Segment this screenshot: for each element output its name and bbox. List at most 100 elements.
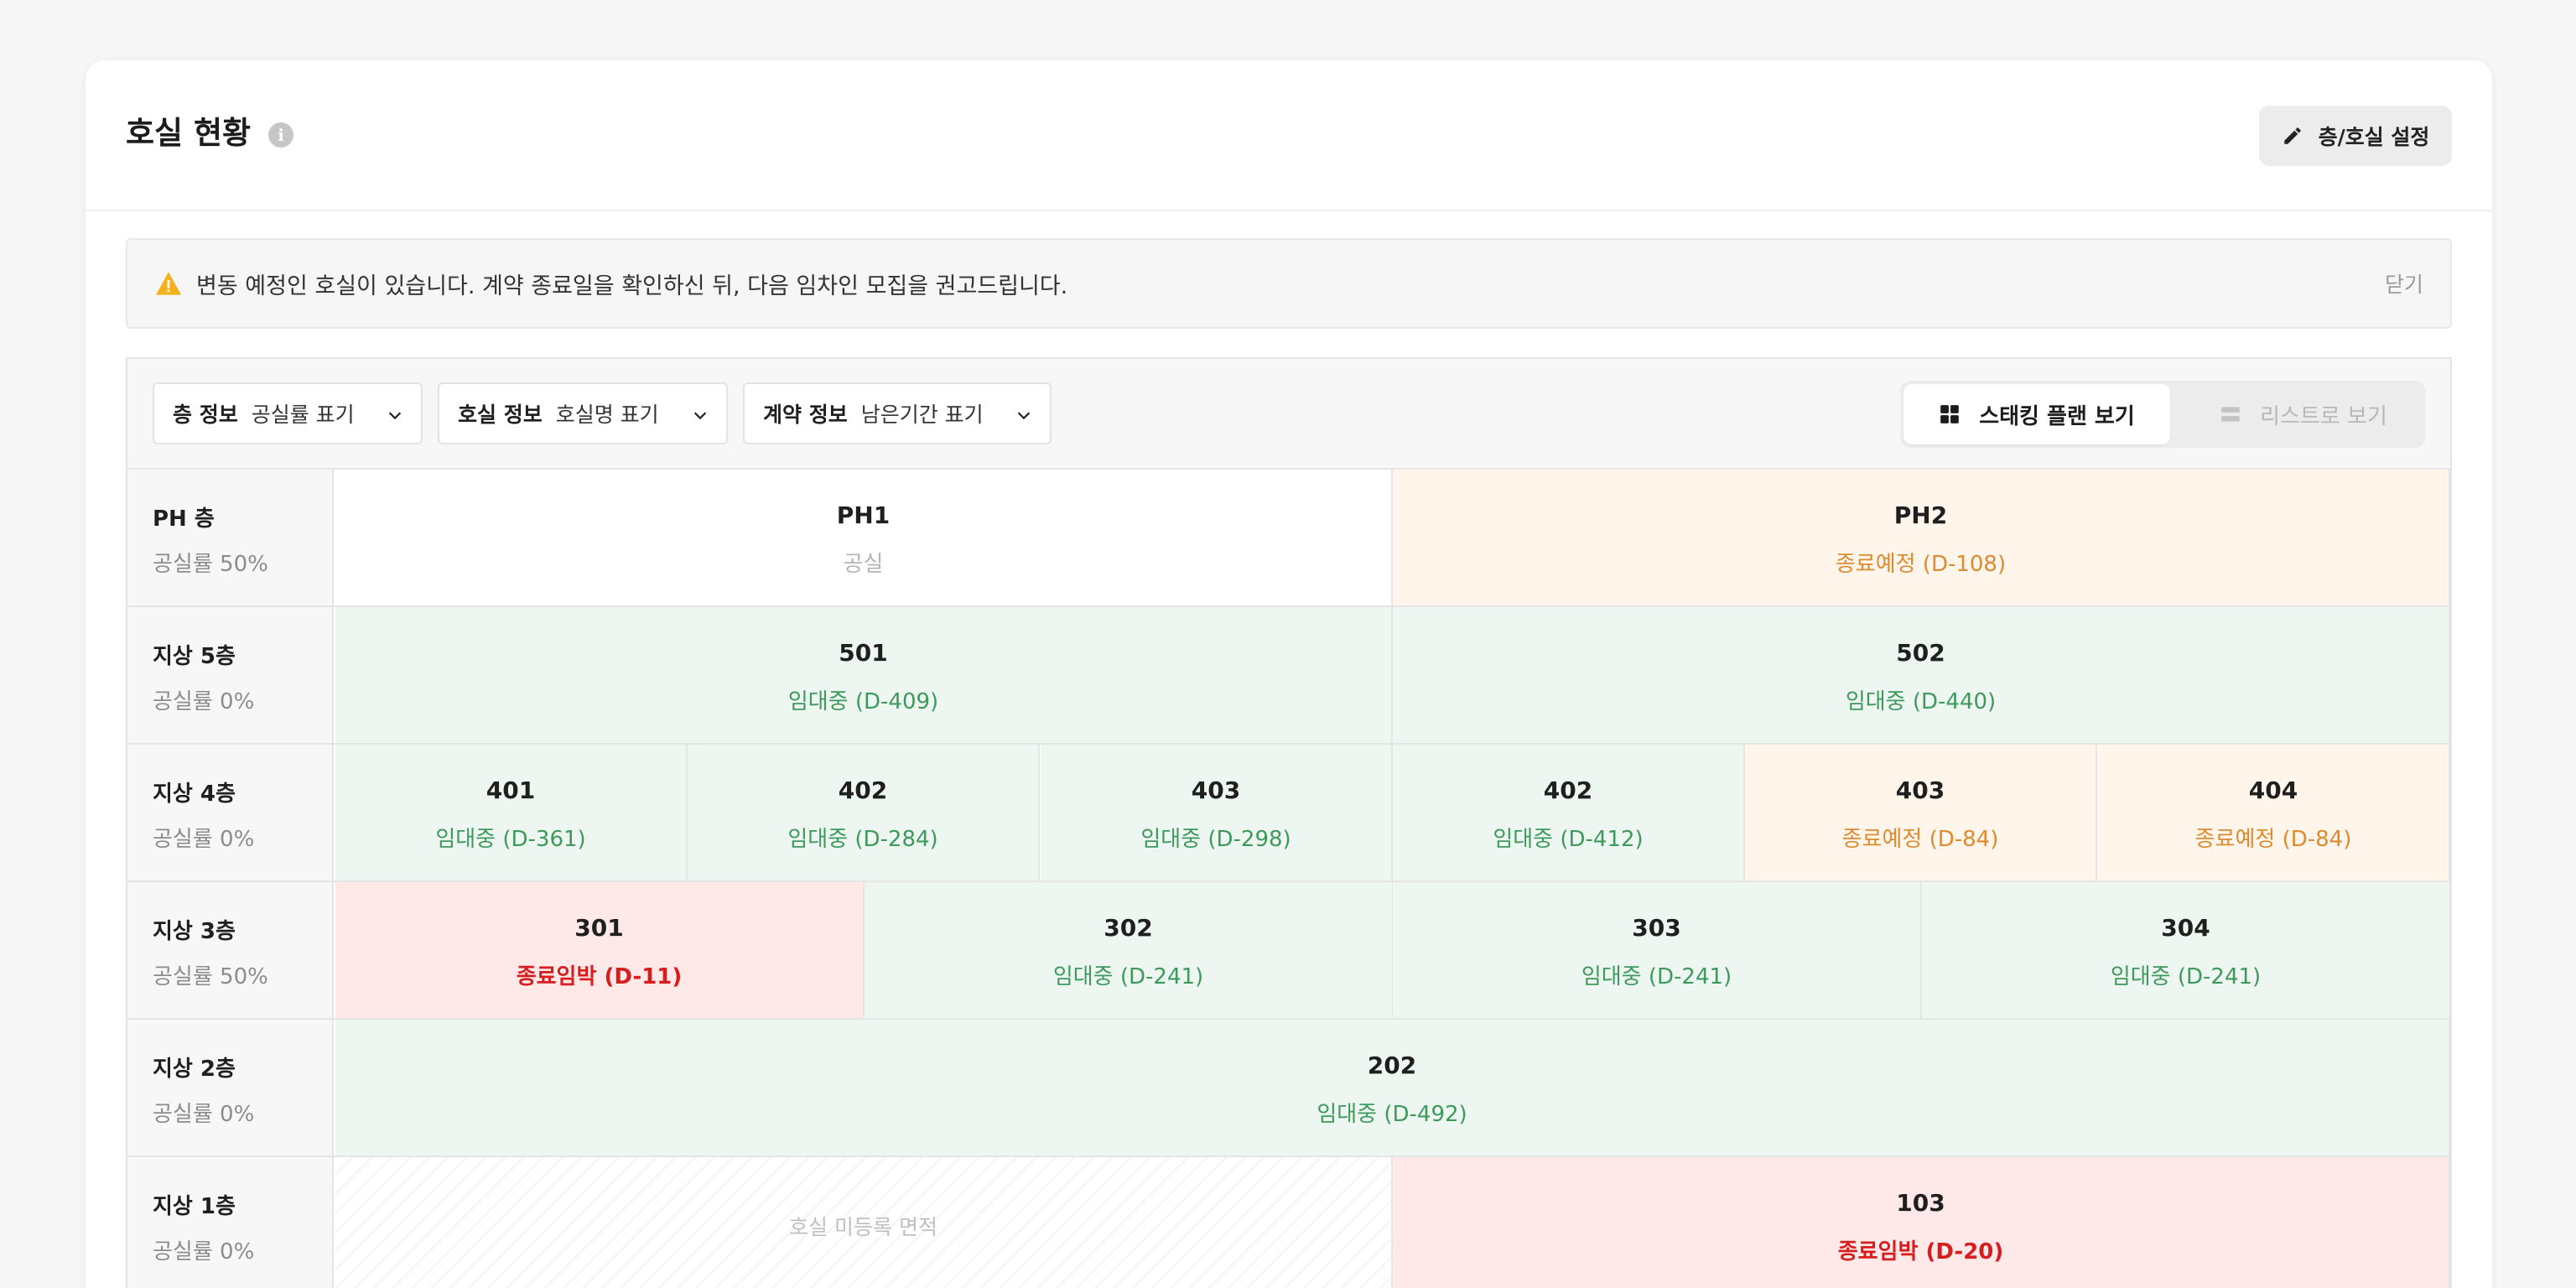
view-toggle: 스태킹 플랜 보기 리스트로 보기: [1900, 381, 2425, 448]
unit-cell[interactable]: PH2 종료예정 (D-108): [1393, 470, 2450, 605]
unit-name: 501: [839, 639, 888, 667]
floor-row: 지상 3층 공실률 50% 301 종료임박 (D-11) 302 임대중 (D-241)…: [127, 882, 2450, 1020]
floor-room-settings-button[interactable]: 층/호실 설정: [2259, 106, 2452, 166]
floor-label: PH 층공실률 50%: [127, 470, 334, 605]
floor-name: 지상 1층: [153, 1194, 236, 1219]
floor-row: 지상 2층공실률 0% 202 임대중 (D-492): [127, 1020, 2450, 1157]
dropdown-value: 공실률 표기: [251, 402, 355, 427]
stacking-plan: 층 정보 공실률 표기 호실 정보 호실명 표기 계약 정보 남은기간 표기 스…: [126, 357, 2452, 1288]
list-icon: [2221, 407, 2240, 422]
pencil-icon: [2283, 127, 2301, 144]
unit-status: 종료임박 (D-20): [1837, 1239, 2004, 1265]
floor-vacancy-rate: 공실률 50%: [153, 552, 268, 577]
unit-status: 임대중 (D-440): [1845, 689, 1997, 714]
dropdown-label: 호실 정보: [458, 402, 543, 427]
grid-icon: [1940, 405, 1960, 423]
unit-status: 임대중 (D-241): [2110, 964, 2262, 989]
room-status-card: 호실 현황 i 층/호실 설정 변동 예정인 호실이 있습니다. 계약 종료일을…: [86, 60, 2492, 1288]
unit-cell[interactable]: 404 종료예정 (D-84): [2098, 745, 2450, 880]
unit-name: 304: [2161, 914, 2210, 942]
unit-name: 302: [1104, 914, 1153, 942]
floor-row: 지상 5층공실률 0% 501 임대중 (D-409) 502 임대중 (D-440): [127, 607, 2450, 745]
unit-status: 임대중 (D-361): [435, 827, 586, 852]
unit-status: 공실: [843, 552, 884, 577]
unit-name: 202: [1367, 1052, 1417, 1079]
unit-name: 404: [2248, 776, 2298, 804]
warning-icon: [156, 272, 181, 295]
unregistered-area[interactable]: 호실 미등록 면적: [335, 1157, 1393, 1288]
unit-name: 502: [1896, 639, 1945, 667]
contract-info-dropdown[interactable]: 계약 정보 남은기간 표기: [743, 382, 1052, 444]
floor-row: PH 층공실률 50% PH1 공실 PH2 종료예정 (D-108): [127, 470, 2450, 607]
unit-status: 종료예정 (D-84): [2194, 827, 2352, 852]
unit-status: 임대중 (D-298): [1140, 827, 1291, 852]
view-label: 스태킹 플랜 보기: [1979, 403, 2135, 429]
floor-label: 지상 2층공실률 0%: [127, 1020, 334, 1156]
unit-cell[interactable]: 403 임대중 (D-298): [1041, 745, 1393, 880]
floor-name: 지상 3층: [153, 919, 236, 944]
unregistered-area-label: 호실 미등록 면적: [789, 1215, 937, 1239]
dropdown-label: 층 정보: [173, 402, 238, 427]
alert-banner: 변동 예정인 호실이 있습니다. 계약 종료일을 확인하신 뒤, 다음 임차인 …: [126, 238, 2452, 329]
stacking-plan-view-button[interactable]: 스태킹 플랜 보기: [1903, 384, 2170, 444]
floor-vacancy-rate: 공실률 0%: [153, 689, 255, 714]
floor-info-dropdown[interactable]: 층 정보 공실률 표기: [153, 382, 423, 444]
unit-name: 401: [486, 776, 536, 804]
info-icon[interactable]: i: [268, 122, 293, 148]
unit-cell[interactable]: 103 종료임박 (D-20): [1393, 1157, 2450, 1288]
unit-cell[interactable]: 402 임대중 (D-284): [688, 745, 1040, 880]
unit-name: 403: [1191, 776, 1241, 804]
unit-cell[interactable]: 502 임대중 (D-440): [1393, 607, 2450, 743]
chevron-down-icon: [693, 412, 707, 420]
unit-cell[interactable]: 302 임대중 (D-241): [865, 882, 1394, 1018]
unit-name: PH2: [1893, 501, 1948, 529]
unit-status: 종료임박 (D-11): [516, 964, 683, 989]
floor-label: 지상 5층공실률 0%: [127, 607, 334, 743]
room-info-dropdown[interactable]: 호실 정보 호실명 표기: [438, 382, 728, 444]
settings-button-label: 층/호실 설정: [2318, 125, 2430, 149]
dropdown-value: 호실명 표기: [555, 402, 659, 427]
unit-status: 임대중 (D-284): [787, 827, 938, 852]
floor-label: 지상 1층공실률 0%: [127, 1157, 334, 1288]
floor-label: 지상 3층공실률 50%: [127, 882, 334, 1018]
list-view-button[interactable]: 리스트로 보기: [2170, 384, 2437, 444]
unit-cell[interactable]: 202 임대중 (D-492): [335, 1020, 2450, 1156]
unit-status: 종료예정 (D-84): [1841, 827, 1999, 852]
alert-message: 변동 예정인 호실이 있습니다. 계약 종료일을 확인하신 뒤, 다음 임차인 …: [196, 273, 1068, 299]
view-label: 리스트로 보기: [2260, 403, 2387, 429]
floor-name: 지상 5층: [153, 644, 236, 669]
unit-status: 임대중 (D-412): [1493, 827, 1644, 852]
unit-status: 종료예정 (D-108): [1835, 552, 2007, 577]
unit-cell[interactable]: 303 임대중 (D-241): [1393, 882, 1922, 1018]
page-title: 호실 현황: [126, 115, 252, 151]
filter-toolbar: 층 정보 공실률 표기 호실 정보 호실명 표기 계약 정보 남은기간 표기 스…: [127, 359, 2450, 470]
card-header: 호실 현황 i 층/호실 설정: [86, 60, 2492, 211]
unit-status: 임대중 (D-241): [1581, 964, 1732, 989]
unit-cell[interactable]: 403 종료예정 (D-84): [1745, 745, 2097, 880]
unit-cell[interactable]: PH1 공실: [335, 470, 1393, 605]
dropdown-label: 계약 정보: [763, 402, 848, 427]
unit-cell[interactable]: 402 임대중 (D-412): [1393, 745, 1745, 880]
unit-name: 403: [1895, 776, 1945, 804]
unit-name: 103: [1896, 1189, 1945, 1217]
chevron-down-icon: [1017, 412, 1031, 420]
unit-status: 임대중 (D-409): [787, 689, 939, 714]
chevron-down-icon: [388, 412, 402, 420]
floor-row: 지상 1층공실률 0% 호실 미등록 면적 103 종료임박 (D-20): [127, 1157, 2450, 1288]
floor-vacancy-rate: 공실률 50%: [153, 964, 268, 989]
unit-cell[interactable]: 304 임대중 (D-241): [1922, 882, 2450, 1018]
unit-status: 임대중 (D-492): [1317, 1102, 1467, 1127]
floor-name: 지상 4층: [153, 782, 236, 807]
floor-name: 지상 2층: [153, 1057, 236, 1082]
alert-close-button[interactable]: 닫기: [2385, 268, 2423, 299]
unit-cell[interactable]: 501 임대중 (D-409): [335, 607, 1393, 743]
unit-cell[interactable]: 301 종료임박 (D-11): [335, 882, 865, 1018]
floor-name: PH 층: [153, 506, 215, 532]
floor-vacancy-rate: 공실률 0%: [153, 1102, 255, 1127]
unit-name: PH1: [836, 501, 891, 529]
floor-vacancy-rate: 공실률 0%: [153, 827, 255, 852]
floor-vacancy-rate: 공실률 0%: [153, 1239, 255, 1265]
dropdown-value: 남은기간 표기: [860, 402, 984, 427]
unit-cell[interactable]: 401 임대중 (D-361): [335, 745, 688, 880]
unit-name: 402: [838, 776, 888, 804]
